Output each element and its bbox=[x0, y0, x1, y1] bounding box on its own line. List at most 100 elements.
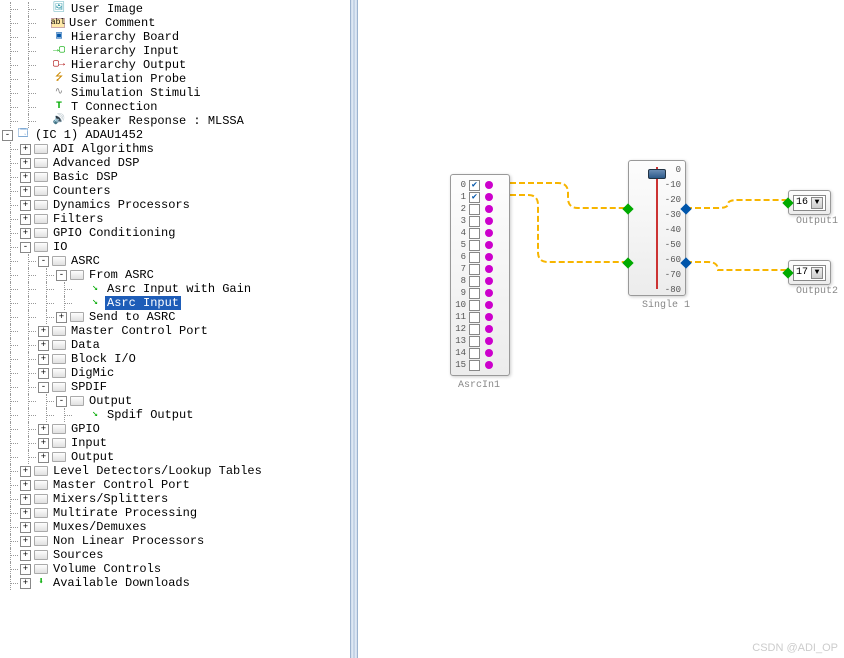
tree-item[interactable]: +Output bbox=[2, 450, 350, 464]
output2-select[interactable]: 17 ▼ bbox=[793, 265, 826, 281]
channel-checkbox[interactable] bbox=[469, 300, 480, 311]
panel-divider[interactable] bbox=[350, 0, 358, 658]
channel-checkbox[interactable] bbox=[469, 264, 480, 275]
tree-item[interactable]: ▢→Hierarchy Output bbox=[2, 58, 350, 72]
tree-asrc[interactable]: -ASRC bbox=[2, 254, 350, 268]
channel-port[interactable] bbox=[485, 241, 493, 249]
expander-icon[interactable]: + bbox=[20, 186, 31, 197]
expander-icon[interactable]: - bbox=[56, 396, 67, 407]
tree-item[interactable]: +GPIO Conditioning bbox=[2, 226, 350, 240]
channel-checkbox[interactable] bbox=[469, 228, 480, 239]
tree-item[interactable]: +Sources bbox=[2, 548, 350, 562]
tree-item[interactable]: +⬇Available Downloads bbox=[2, 576, 350, 590]
expander-icon[interactable]: + bbox=[20, 480, 31, 491]
tree-io[interactable]: -IO bbox=[2, 240, 350, 254]
channel-checkbox[interactable] bbox=[469, 336, 480, 347]
tree-item[interactable]: +Dynamics Processors bbox=[2, 198, 350, 212]
tree-item[interactable]: 🔊Speaker Response : MLSSA bbox=[2, 114, 350, 128]
channel-checkbox[interactable] bbox=[469, 240, 480, 251]
block-output1[interactable]: 16 ▼ bbox=[788, 190, 831, 215]
tree-item[interactable]: ⭍Simulation Probe bbox=[2, 72, 350, 86]
channel-checkbox[interactable]: ✔ bbox=[469, 192, 480, 203]
tree-asrc-input[interactable]: ↘Asrc Input bbox=[2, 296, 350, 310]
expander-icon[interactable]: + bbox=[56, 312, 67, 323]
expander-icon[interactable]: + bbox=[20, 228, 31, 239]
expander-icon[interactable]: + bbox=[20, 550, 31, 561]
tree-item[interactable]: +Master Control Port bbox=[2, 478, 350, 492]
expander-icon[interactable]: + bbox=[20, 466, 31, 477]
tree-item[interactable]: ablUser Comment bbox=[2, 16, 350, 30]
output1-in[interactable] bbox=[782, 197, 793, 208]
expander-icon[interactable]: + bbox=[20, 564, 31, 575]
channel-checkbox[interactable] bbox=[469, 252, 480, 263]
channel-port[interactable] bbox=[485, 361, 493, 369]
channel-checkbox[interactable] bbox=[469, 324, 480, 335]
tree-item[interactable]: +Mixers/Splitters bbox=[2, 492, 350, 506]
tree-item[interactable]: +Basic DSP bbox=[2, 170, 350, 184]
block-asrcin[interactable]: 0✔1✔23456789101112131415 bbox=[450, 174, 510, 376]
expander-icon[interactable]: - bbox=[38, 256, 49, 267]
single-in-1[interactable] bbox=[622, 203, 633, 214]
tree-asrc-gain[interactable]: ↘Asrc Input with Gain bbox=[2, 282, 350, 296]
tree-item[interactable]: +Master Control Port bbox=[2, 324, 350, 338]
channel-port[interactable] bbox=[485, 229, 493, 237]
single-out-2[interactable] bbox=[680, 257, 691, 268]
channel-checkbox[interactable] bbox=[469, 360, 480, 371]
expander-icon[interactable]: + bbox=[20, 172, 31, 183]
channel-port[interactable] bbox=[485, 313, 493, 321]
channel-port[interactable] bbox=[485, 253, 493, 261]
expander-icon[interactable]: - bbox=[38, 382, 49, 393]
channel-port[interactable] bbox=[485, 325, 493, 333]
expander-icon[interactable]: + bbox=[20, 214, 31, 225]
tree-item[interactable]: +Non Linear Processors bbox=[2, 534, 350, 548]
expander-icon[interactable]: + bbox=[38, 368, 49, 379]
channel-checkbox[interactable] bbox=[469, 312, 480, 323]
output1-select[interactable]: 16 ▼ bbox=[793, 195, 826, 211]
expander-icon[interactable]: + bbox=[20, 144, 31, 155]
channel-port[interactable] bbox=[485, 277, 493, 285]
expander-icon[interactable]: + bbox=[38, 452, 49, 463]
expander-icon[interactable]: + bbox=[20, 158, 31, 169]
expander-icon[interactable]: + bbox=[38, 438, 49, 449]
tree-item[interactable]: +Multirate Processing bbox=[2, 506, 350, 520]
channel-checkbox[interactable] bbox=[469, 348, 480, 359]
tree-item[interactable]: +ADI Algorithms bbox=[2, 142, 350, 156]
tree-spdif[interactable]: -SPDIF bbox=[2, 380, 350, 394]
expander-icon[interactable]: + bbox=[38, 340, 49, 351]
expander-icon[interactable]: - bbox=[20, 242, 31, 253]
channel-port[interactable] bbox=[485, 349, 493, 357]
slider-knob[interactable] bbox=[648, 169, 666, 179]
channel-port[interactable] bbox=[485, 181, 493, 189]
expander-icon[interactable]: + bbox=[38, 424, 49, 435]
channel-port[interactable] bbox=[485, 217, 493, 225]
tree-item[interactable]: TT Connection bbox=[2, 100, 350, 114]
channel-checkbox[interactable] bbox=[469, 288, 480, 299]
tree-spdif-output[interactable]: ↘Spdif Output bbox=[2, 408, 350, 422]
tree-item[interactable]: +Data bbox=[2, 338, 350, 352]
tree-item[interactable]: →▢Hierarchy Input bbox=[2, 44, 350, 58]
channel-port[interactable] bbox=[485, 265, 493, 273]
tree-item[interactable]: +Input bbox=[2, 436, 350, 450]
tree-item[interactable]: +Volume Controls bbox=[2, 562, 350, 576]
tree-item[interactable]: +DigMic bbox=[2, 366, 350, 380]
tree-chip[interactable]: -🗔(IC 1) ADAU1452 bbox=[2, 128, 350, 142]
tree-item[interactable]: +Counters bbox=[2, 184, 350, 198]
expander-icon[interactable]: + bbox=[20, 536, 31, 547]
tree-item[interactable]: +Filters bbox=[2, 212, 350, 226]
tree-from-asrc[interactable]: -From ASRC bbox=[2, 268, 350, 282]
expander-icon[interactable]: + bbox=[20, 508, 31, 519]
channel-checkbox[interactable] bbox=[469, 204, 480, 215]
tree-item[interactable]: +Advanced DSP bbox=[2, 156, 350, 170]
channel-port[interactable] bbox=[485, 289, 493, 297]
single-in-2[interactable] bbox=[622, 257, 633, 268]
tree-item[interactable]: +Block I/O bbox=[2, 352, 350, 366]
channel-port[interactable] bbox=[485, 193, 493, 201]
channel-port[interactable] bbox=[485, 337, 493, 345]
tree-item[interactable]: 🖼User Image bbox=[2, 2, 350, 16]
expander-icon[interactable]: + bbox=[38, 354, 49, 365]
tree-spdif-out[interactable]: -Output bbox=[2, 394, 350, 408]
single-out-1[interactable] bbox=[680, 203, 691, 214]
channel-checkbox[interactable] bbox=[469, 276, 480, 287]
expander-icon[interactable]: + bbox=[20, 522, 31, 533]
expander-icon[interactable]: + bbox=[38, 326, 49, 337]
